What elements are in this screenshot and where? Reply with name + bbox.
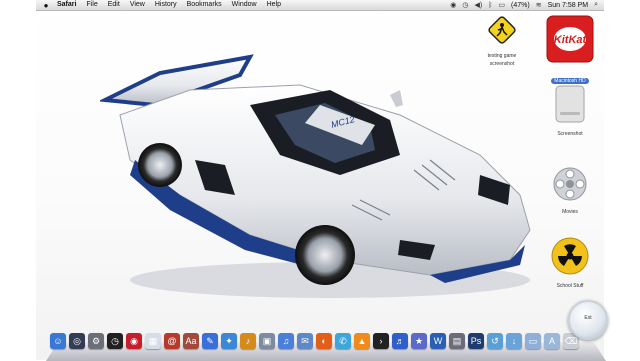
preview-icon[interactable]: ▣ bbox=[259, 333, 275, 349]
kitkat-icon: KitKat bbox=[546, 15, 594, 63]
volume-icon[interactable]: ◀) bbox=[475, 1, 483, 9]
ical-icon[interactable]: ▦ bbox=[145, 333, 161, 349]
spotlight-icon[interactable]: ⌕ bbox=[594, 1, 598, 9]
dashboard-icon[interactable]: ◎ bbox=[69, 333, 85, 349]
firefox-icon[interactable]: ◐ bbox=[316, 333, 332, 349]
dictionary-icon[interactable]: Aa bbox=[183, 333, 199, 349]
desktop-icon-movies[interactable]: Movies bbox=[540, 166, 600, 215]
photoshop-icon[interactable]: Ps bbox=[468, 333, 484, 349]
battery-icon[interactable]: ▭ bbox=[498, 1, 505, 9]
desktop-icon-macintosh-hd[interactable]: KitKat Macintosh HD bbox=[540, 14, 600, 87]
apple-icon[interactable]: ● bbox=[40, 1, 52, 10]
itunes-icon[interactable]: ♫ bbox=[278, 333, 294, 349]
menu-help[interactable]: Help bbox=[262, 0, 286, 10]
photo-booth-icon[interactable]: ◉ bbox=[126, 333, 142, 349]
menu-window[interactable]: Window bbox=[227, 0, 262, 10]
menu-file[interactable]: File bbox=[81, 0, 102, 10]
desktop-icon-label-line2: screenshot bbox=[489, 61, 515, 67]
itunes-blue-icon[interactable]: ♬ bbox=[392, 333, 408, 349]
desktop-icon-school-stuff[interactable]: School Stuff bbox=[540, 236, 600, 289]
address-book-icon[interactable]: @ bbox=[164, 333, 180, 349]
menu-bookmarks[interactable]: Bookmarks bbox=[182, 0, 227, 10]
side-mirror bbox=[390, 90, 403, 107]
system-prefs-icon[interactable]: ⚙ bbox=[88, 333, 104, 349]
front-wheel bbox=[295, 225, 355, 285]
clock-icon[interactable]: ◷ bbox=[462, 1, 468, 9]
svg-text:KitKat: KitKat bbox=[554, 34, 588, 46]
desktop-icon-testing-game[interactable]: testing game screenshot bbox=[472, 14, 532, 67]
menu-bar: ● Safari File Edit View History Bookmark… bbox=[36, 0, 604, 11]
menubar-clock[interactable]: Sun 7:58 PM bbox=[548, 2, 588, 9]
documents-icon[interactable]: ▭ bbox=[525, 333, 541, 349]
desktop-icon-label: Movies bbox=[562, 209, 578, 215]
spaces-icon[interactable]: ▤ bbox=[449, 333, 465, 349]
letterbox-right bbox=[604, 0, 640, 360]
terminal-icon[interactable]: › bbox=[373, 333, 389, 349]
drive-icon bbox=[555, 85, 585, 123]
letterbox-left bbox=[0, 0, 36, 360]
car-wallpaper: MC12 bbox=[100, 54, 531, 298]
bluetooth-icon[interactable]: ᛒ bbox=[488, 2, 492, 9]
imovie-icon[interactable]: ★ bbox=[411, 333, 427, 349]
timemachine-icon[interactable]: ↺ bbox=[487, 333, 503, 349]
film-reel-icon bbox=[553, 167, 587, 201]
ichat-icon[interactable]: ✆ bbox=[335, 333, 351, 349]
menu-safari[interactable]: Safari bbox=[52, 0, 81, 10]
wifi-icon[interactable]: ≋ bbox=[536, 1, 542, 9]
mail-icon[interactable]: ✉ bbox=[297, 333, 313, 349]
safari-icon[interactable]: ✦ bbox=[221, 333, 237, 349]
dock: ☺ ◎ ⚙ ◷ ◉ ▦ @ Aa ✎ ✦ ♪ ▣ ♫ ✉ ◐ ✆ ▲ › ♬ ★ W ▤ Ps ↺ ↓ ▭ A ⌫ bbox=[46, 330, 606, 361]
garageband-icon[interactable]: ♪ bbox=[240, 333, 256, 349]
finder-icon[interactable]: ☺ bbox=[50, 333, 66, 349]
yield-sign-icon bbox=[488, 16, 516, 44]
word-icon[interactable]: W bbox=[430, 333, 446, 349]
clock-icon[interactable]: ◷ bbox=[107, 333, 123, 349]
applications-icon[interactable]: A bbox=[544, 333, 560, 349]
desktop-icon-label: Screenshot bbox=[557, 131, 583, 137]
vlc-icon[interactable]: ▲ bbox=[354, 333, 370, 349]
zoom-magnifier[interactable]: Ext bbox=[568, 300, 608, 340]
pages-icon[interactable]: ✎ bbox=[202, 333, 218, 349]
desktop-icon-label: School Stuff bbox=[556, 283, 584, 289]
menu-edit[interactable]: Edit bbox=[103, 0, 125, 10]
dock-items: ☺ ◎ ⚙ ◷ ◉ ▦ @ Aa ✎ ✦ ♪ ▣ ♫ ✉ ◐ ✆ ▲ › ♬ ★ W ▤ Ps ↺ ↓ ▭ A ⌫ bbox=[50, 333, 579, 349]
status-area: ◉ ◷ ◀) ᛒ ▭ (47%) ≋ Sun 7:58 PM ⌕ bbox=[450, 0, 598, 10]
menu-view[interactable]: View bbox=[125, 0, 150, 10]
desktop-icon-label: testing game bbox=[487, 53, 517, 59]
menu-history[interactable]: History bbox=[150, 0, 182, 10]
rear-wheel bbox=[138, 143, 182, 187]
status-menu-icon[interactable]: ◉ bbox=[450, 1, 456, 9]
radiation-icon bbox=[551, 237, 589, 275]
battery-percent[interactable]: (47%) bbox=[511, 2, 530, 9]
magnifier-label: Ext bbox=[584, 315, 592, 321]
downloads-icon[interactable]: ↓ bbox=[506, 333, 522, 349]
desktop-icon-screenshot[interactable]: Screenshot bbox=[540, 84, 600, 137]
